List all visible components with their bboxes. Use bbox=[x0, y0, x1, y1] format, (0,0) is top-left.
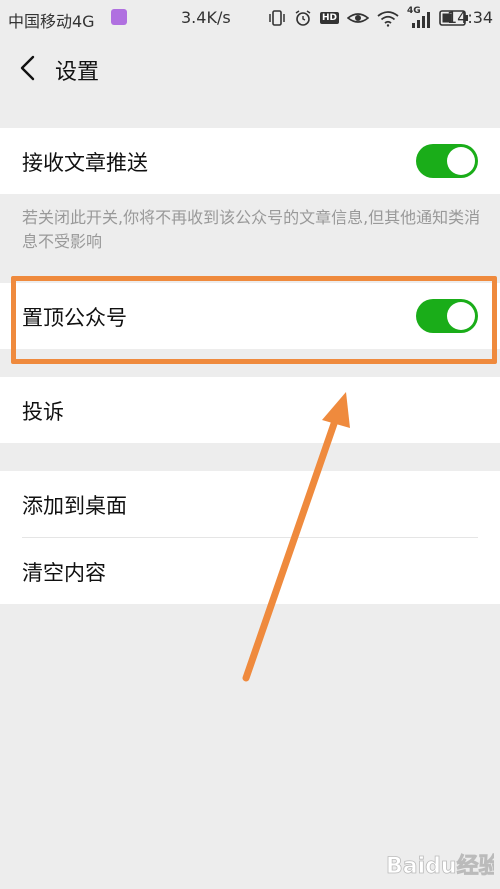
nav-header: 设置 bbox=[0, 36, 500, 100]
alarm-icon bbox=[295, 10, 311, 26]
chevron-left-icon bbox=[20, 55, 35, 81]
svg-text:Baidu经验: Baidu经验 bbox=[386, 853, 494, 879]
pin-account-row: 置顶公众号 bbox=[0, 283, 500, 349]
row-divider bbox=[22, 537, 478, 538]
baidu-jingyan-watermark: Baidu经验 bbox=[386, 853, 494, 880]
pin-account-toggle[interactable] bbox=[416, 299, 478, 333]
clear-content-row[interactable]: 清空内容 bbox=[0, 537, 500, 604]
hd-voice-icon: HD bbox=[320, 12, 340, 24]
carrier-name: 中国移动4G bbox=[8, 12, 95, 31]
complain-row[interactable]: 投诉 bbox=[0, 377, 500, 443]
receive-push-toggle[interactable] bbox=[416, 144, 478, 178]
status-bar: 中国移动4G 3.4K/s HD 4G 14:34 bbox=[0, 0, 500, 36]
eye-comfort-icon bbox=[347, 13, 370, 23]
wifi-icon bbox=[377, 11, 399, 27]
complain-label: 投诉 bbox=[22, 400, 64, 424]
vibrate-icon bbox=[269, 10, 285, 26]
receive-push-row: 接收文章推送 bbox=[0, 128, 500, 194]
signal-bars-icon bbox=[412, 12, 431, 28]
page-title: 设置 bbox=[55, 60, 100, 85]
cellular-signal: 4G bbox=[407, 6, 431, 28]
receive-push-hint: 若关闭此开关,你将不再收到该公众号的文章信息,但其他通知类消息不受影响 bbox=[22, 208, 481, 251]
toggle-knob bbox=[447, 302, 475, 330]
toggle-knob bbox=[447, 147, 475, 175]
add-to-desktop-row[interactable]: 添加到桌面 bbox=[0, 471, 500, 537]
network-speed: 3.4K/s bbox=[181, 8, 231, 27]
pin-account-label: 置顶公众号 bbox=[22, 306, 127, 330]
add-to-desktop-label: 添加到桌面 bbox=[22, 494, 127, 518]
back-button[interactable] bbox=[14, 52, 44, 84]
clock: 14:34 bbox=[447, 8, 494, 27]
image-notification-icon bbox=[111, 9, 127, 25]
clear-content-label: 清空内容 bbox=[22, 561, 106, 585]
receive-push-label: 接收文章推送 bbox=[22, 151, 148, 175]
status-icons: HD 4G bbox=[268, 6, 469, 28]
